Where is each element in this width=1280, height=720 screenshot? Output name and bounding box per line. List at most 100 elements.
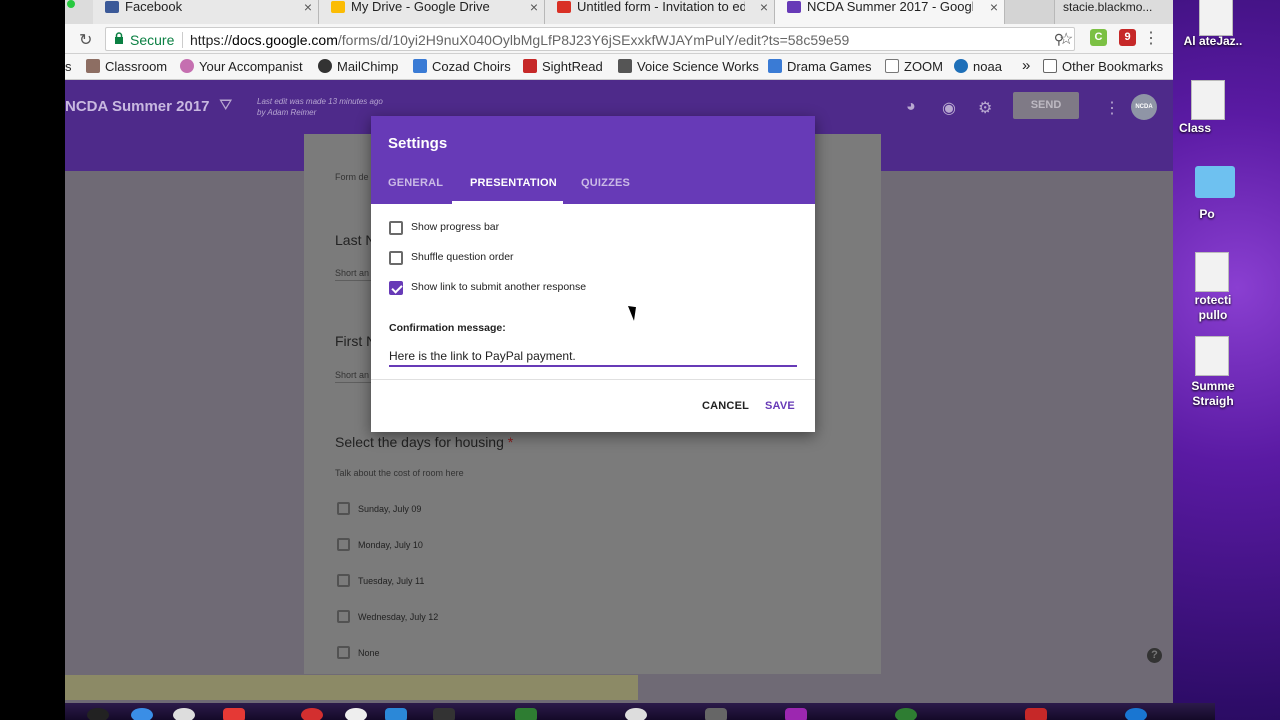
dock-app-icon[interactable] — [1025, 708, 1047, 720]
dock-app-icon[interactable] — [515, 708, 537, 720]
settings-gear-icon[interactable]: ⚙ — [978, 98, 992, 118]
dock-app-icon[interactable] — [705, 708, 727, 720]
close-icon[interactable]: × — [760, 0, 768, 14]
desktop-item-label[interactable]: rotecti pullo — [1173, 293, 1263, 323]
mailchimp-icon — [318, 59, 332, 73]
housing-question-title[interactable]: Select the days for housing * — [335, 434, 513, 450]
dock-app-icon[interactable] — [385, 708, 407, 720]
option-label: Show link to submit another response — [411, 281, 587, 293]
checkbox[interactable] — [337, 646, 350, 659]
dialog-header: Settings GENERAL PRESENTATION QUIZZES — [371, 116, 815, 204]
last-edit-text[interactable]: Last edit was made 13 minutes ago by Ada… — [257, 96, 387, 118]
dock-app-icon[interactable] — [131, 708, 153, 720]
tab-quizzes[interactable]: QUIZZES — [581, 177, 630, 189]
bookmark-cozad-choirs[interactable]: Cozad Choirs — [413, 59, 511, 74]
form-title[interactable]: NCDA Summer 2017 — [65, 98, 210, 115]
tab-bar: Facebook × My Drive - Google Drive × Unt… — [65, 0, 1173, 24]
checkbox[interactable] — [337, 574, 350, 587]
question-title-text: Select the days for housing — [335, 434, 504, 450]
new-tab-button[interactable] — [1005, 0, 1055, 24]
more-vert-icon[interactable]: ⋮ — [1104, 98, 1120, 118]
required-asterisk: * — [507, 434, 514, 450]
bookmark-noaa[interactable]: noaa — [954, 59, 1002, 74]
classroom-icon — [86, 59, 100, 73]
music-file-icon[interactable] — [1195, 336, 1229, 376]
help-icon[interactable]: ? — [1147, 648, 1162, 663]
desktop-item-label[interactable]: Al ateJaz.. — [1173, 34, 1263, 49]
move-to-folder-icon[interactable]: ⛛ — [219, 97, 232, 115]
desktop-file-icon[interactable] — [1195, 252, 1229, 292]
confirmation-message-input[interactable] — [389, 347, 797, 367]
checkbox-checked[interactable] — [389, 281, 403, 295]
dock-app-icon[interactable] — [785, 708, 807, 720]
reload-icon[interactable]: ↻ — [79, 30, 92, 50]
bookmark-label: Your Accompanist — [199, 59, 303, 74]
bookmark-sightread[interactable]: SightRead — [523, 59, 603, 74]
confirmation-message-label: Confirmation message: — [389, 322, 506, 334]
folder-icon[interactable] — [1195, 166, 1235, 198]
star-icon[interactable]: ☆ — [1059, 29, 1073, 49]
tab-gmail[interactable]: Untitled form - Invitation to ed × — [545, 0, 775, 24]
bookmark-classroom[interactable]: Classroom — [86, 59, 167, 74]
extension-icon[interactable]: 9 — [1119, 29, 1136, 46]
tab-facebook[interactable]: Facebook × — [93, 0, 319, 24]
bookmark-label: Cozad Choirs — [432, 59, 511, 74]
desktop-item-label[interactable]: Class — [1173, 121, 1245, 136]
settings-dialog: Settings GENERAL PRESENTATION QUIZZES Sh… — [371, 116, 815, 432]
dock-app-icon[interactable] — [345, 708, 367, 720]
checkbox[interactable] — [389, 251, 403, 265]
url-text[interactable]: https://docs.google.com/forms/d/10yi2H9n… — [190, 32, 849, 48]
short-answer-hint: Short an — [335, 370, 370, 380]
dock-app-icon[interactable] — [301, 708, 323, 720]
checkbox[interactable] — [337, 502, 350, 515]
weebly-icon — [413, 59, 427, 73]
desktop-file-icon[interactable] — [1199, 0, 1233, 36]
option-label: Shuffle question order — [411, 251, 514, 263]
checkbox[interactable] — [337, 610, 350, 623]
browser-menu-icon[interactable]: ⋮ — [1143, 28, 1159, 48]
tab-ncda-form[interactable]: NCDA Summer 2017 - Google × — [775, 0, 1005, 24]
desktop-item-label[interactable]: Summe Straigh — [1173, 379, 1263, 409]
bookmark-your-accompanist[interactable]: Your Accompanist — [180, 59, 303, 74]
dock-app-icon[interactable] — [625, 708, 647, 720]
bookmark-drama-games[interactable]: Drama Games — [768, 59, 872, 74]
avatar[interactable]: NCDA — [1131, 94, 1157, 120]
tab-general[interactable]: GENERAL — [388, 177, 443, 189]
secure-label: Secure — [130, 32, 175, 48]
noaa-icon — [954, 59, 968, 73]
dock-app-icon[interactable] — [223, 708, 245, 720]
tab-google-drive[interactable]: My Drive - Google Drive × — [319, 0, 545, 24]
bookmark-voice-science-works[interactable]: Voice Science Works — [618, 59, 759, 74]
save-button[interactable]: SAVE — [765, 400, 795, 412]
close-icon[interactable]: × — [990, 0, 998, 14]
checkbox[interactable] — [337, 538, 350, 551]
desktop-item-label[interactable]: Po — [1173, 207, 1257, 222]
dock-app-icon[interactable] — [173, 708, 195, 720]
tab-presentation[interactable]: PRESENTATION — [470, 177, 557, 189]
palette-icon[interactable]: ◕ — [906, 98, 916, 116]
form-description[interactable]: Form de — [335, 172, 369, 182]
dock-app-icon[interactable] — [433, 708, 455, 720]
address-bar[interactable]: Secure https://docs.google.com/forms/d/1… — [105, 27, 1075, 51]
bookmark-apps[interactable]: s — [65, 59, 72, 74]
checkbox[interactable] — [389, 221, 403, 235]
send-button[interactable]: SEND — [1013, 92, 1079, 119]
dock-app-icon[interactable] — [1125, 708, 1147, 720]
window-zoom-button[interactable] — [67, 0, 75, 8]
desktop-file-icon[interactable] — [1191, 80, 1225, 120]
close-icon[interactable]: × — [304, 0, 312, 14]
question-title[interactable]: Last N — [335, 232, 375, 248]
profile-name[interactable]: stacie.blackmo... — [1063, 0, 1173, 14]
google-drive-icon — [331, 1, 345, 13]
close-icon[interactable]: × — [530, 0, 538, 14]
url-path: /forms/d/10yi2H9nuX040OylbMgLfP8J23Y6jSE… — [337, 32, 850, 48]
dock-app-icon[interactable] — [87, 708, 109, 720]
more-bookmarks-icon[interactable]: » — [1022, 57, 1030, 74]
other-bookmarks-folder[interactable]: Other Bookmarks — [1043, 59, 1163, 74]
bookmark-mailchimp[interactable]: MailChimp — [318, 59, 398, 74]
dock-app-icon[interactable] — [895, 708, 917, 720]
extension-icon[interactable]: C — [1090, 29, 1107, 46]
preview-eye-icon[interactable]: ◉ — [942, 98, 956, 118]
cancel-button[interactable]: CANCEL — [702, 400, 749, 412]
bookmark-zoom[interactable]: ZOOM — [885, 59, 943, 74]
